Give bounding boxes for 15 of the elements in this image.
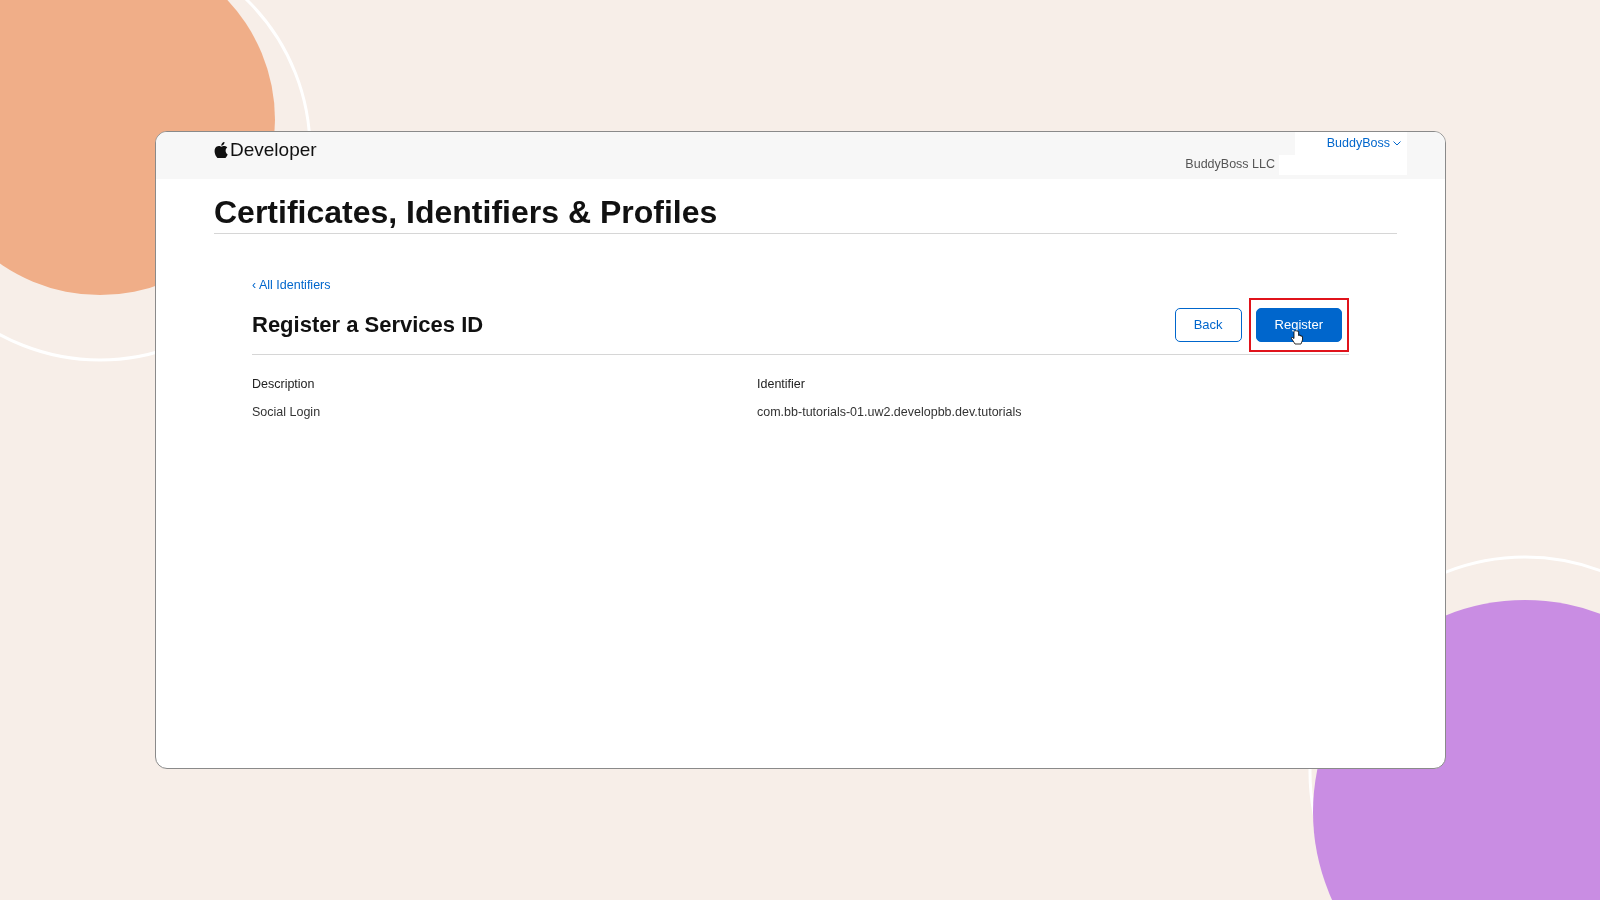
apple-icon [214,142,228,158]
field-value: Social Login [252,403,322,421]
logo-text: Developer [230,137,317,162]
field-value: com.bb-tutorials-01.uw2.developbb.dev.tutorials [757,403,1023,421]
account-menu[interactable]: BuddyBoss [1294,132,1407,155]
field-label: Identifier [757,375,806,393]
back-link[interactable]: ‹ All Identifiers [252,278,331,293]
team-name: BuddyBoss LLC [1185,156,1275,174]
hand-cursor-icon [1290,330,1303,346]
section-title: Register a Services ID [252,311,484,339]
register-button[interactable]: Register [1255,308,1342,342]
chevron-down-icon [1393,140,1401,146]
field-label: Description [252,375,316,393]
page-title: Certificates, Identifiers & Profiles [214,193,1397,235]
back-button[interactable]: Back [1174,308,1242,342]
